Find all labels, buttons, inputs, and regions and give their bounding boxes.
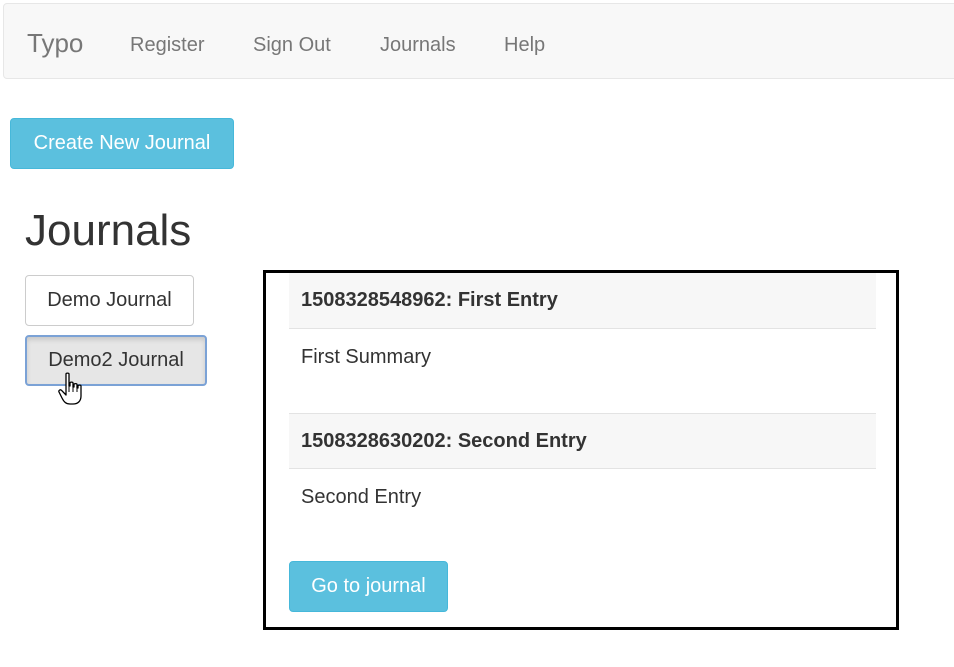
- create-new-journal-button[interactable]: Create New Journal: [10, 118, 234, 169]
- nav-link-journals[interactable]: Journals: [380, 34, 456, 56]
- journal-button-demo2[interactable]: Demo2 Journal: [25, 335, 207, 386]
- nav-link-sign-out[interactable]: Sign Out: [253, 34, 331, 56]
- entry-heading: 1508328548962: First Entry: [289, 273, 876, 329]
- nav-link-register[interactable]: Register: [130, 34, 204, 56]
- entry-summary: First Summary: [301, 346, 431, 368]
- entry-heading: 1508328630202: Second Entry: [289, 413, 876, 469]
- entry-summary: Second Entry: [301, 486, 422, 508]
- go-to-journal-button[interactable]: Go to journal: [289, 561, 448, 612]
- navbar: Typo Register Sign Out Journals Help: [3, 3, 954, 79]
- page-title: Journals: [25, 206, 192, 255]
- journal-button-demo[interactable]: Demo Journal: [25, 275, 194, 326]
- hand-pointer-icon: [58, 372, 82, 405]
- journal-entries-panel: 1508328548962: First Entry First Summary…: [263, 270, 899, 630]
- nav-link-help[interactable]: Help: [504, 34, 545, 56]
- navbar-brand[interactable]: Typo: [27, 29, 83, 57]
